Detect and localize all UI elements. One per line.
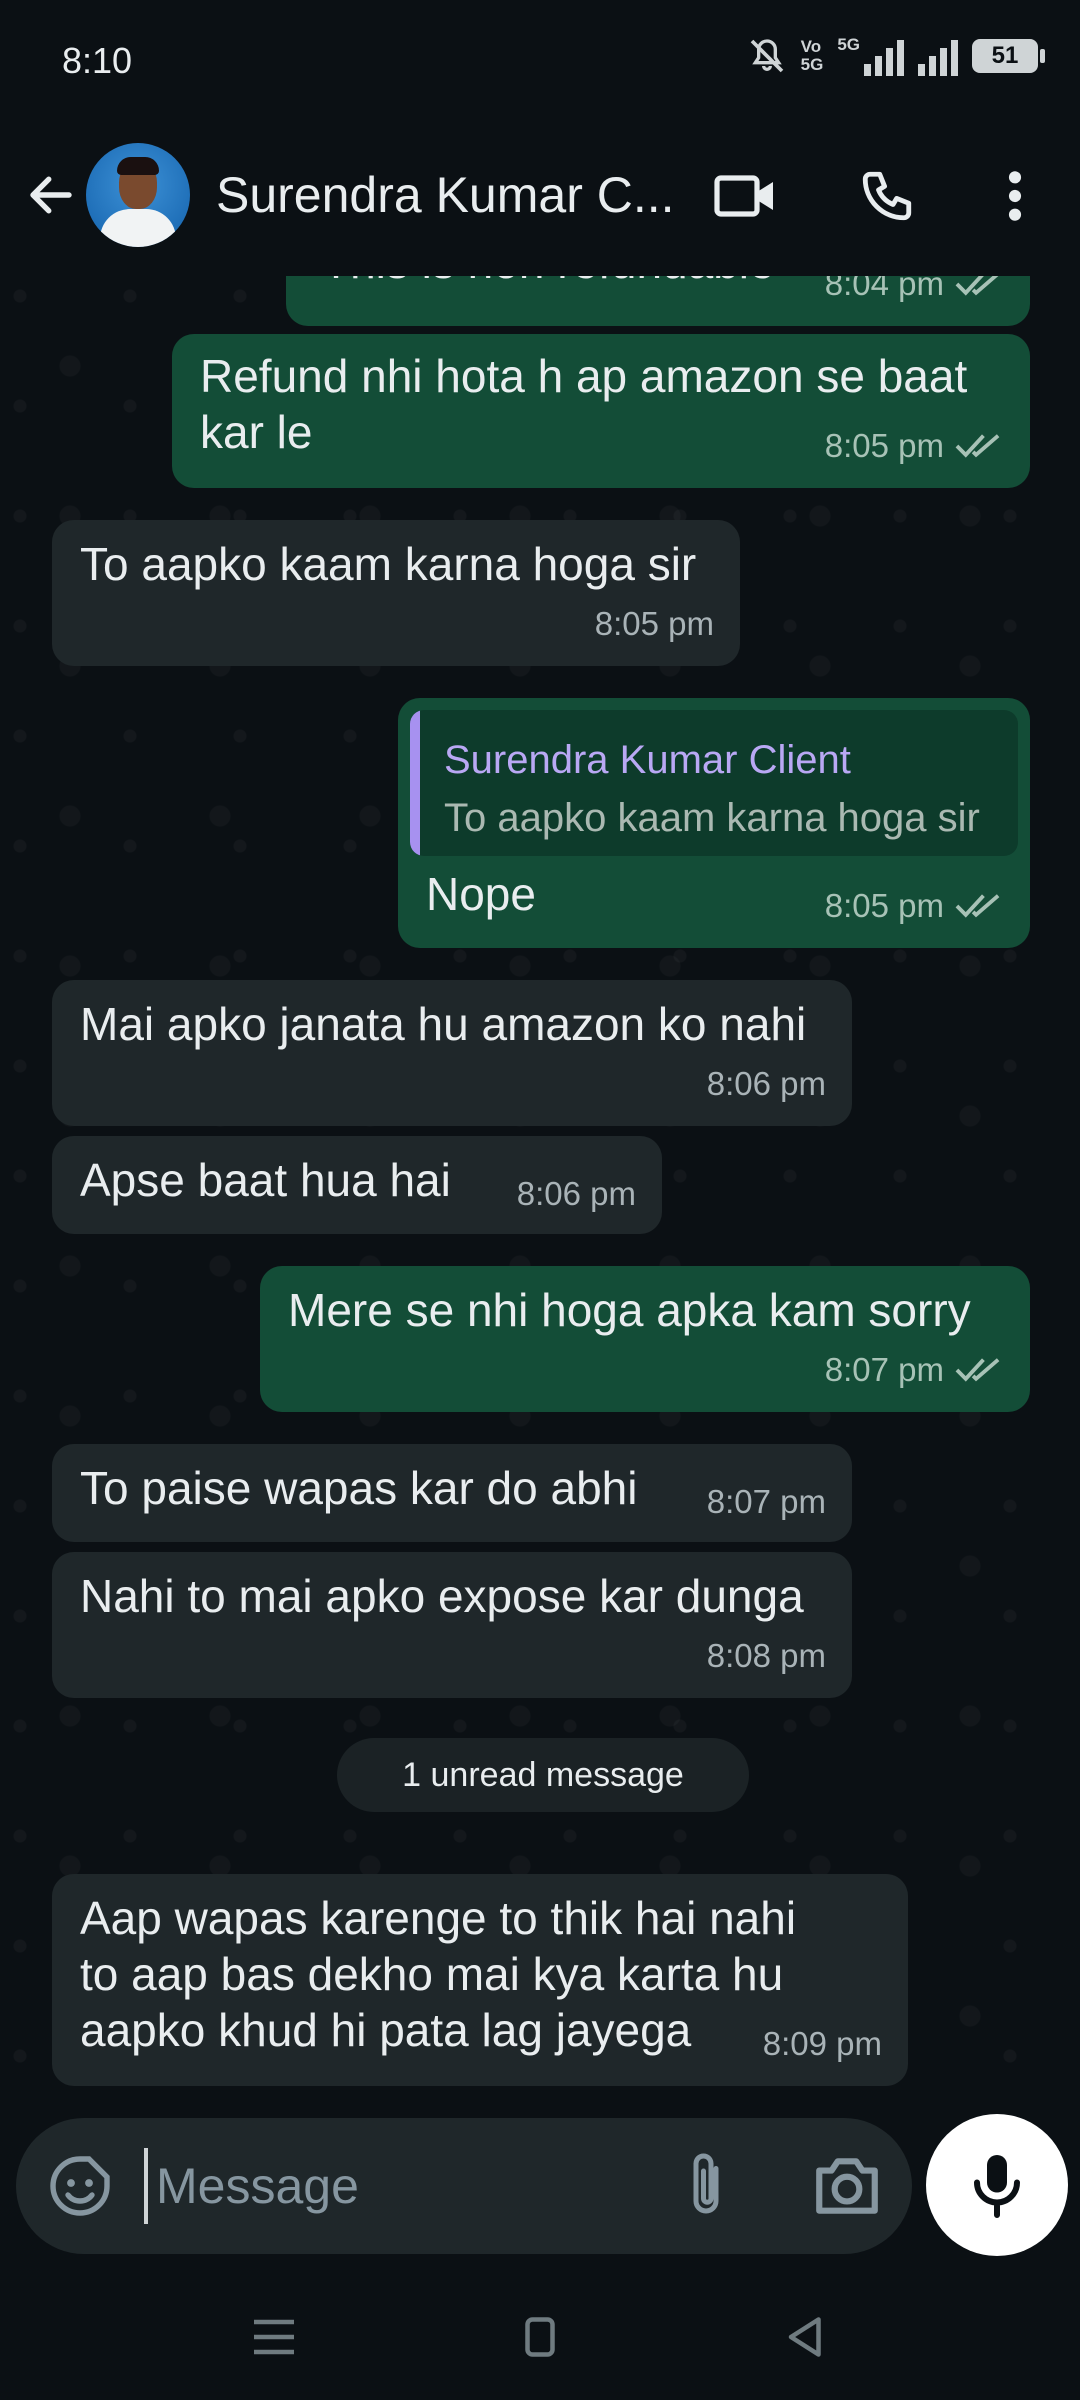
message-bubble[interactable]: Refund nhi hota h ap amazon se baat kar … bbox=[172, 334, 1030, 488]
read-ticks-icon bbox=[955, 434, 1000, 458]
message-meta: 8:05 pm bbox=[825, 878, 1004, 934]
camera-icon bbox=[816, 2158, 878, 2214]
message-text: This is non refundable bbox=[322, 276, 775, 290]
chat-header: Surendra Kumar C... bbox=[0, 126, 1080, 276]
message-time: 8:09 pm bbox=[762, 2025, 882, 2062]
home-square-icon bbox=[525, 2317, 555, 2357]
message-meta: 8:05 pm bbox=[595, 596, 714, 652]
contact-avatar[interactable] bbox=[86, 143, 190, 247]
system-navigation-bar bbox=[0, 2270, 1080, 2400]
message-meta: 8:09 pm bbox=[763, 2016, 882, 2072]
message-text: Aap wapas karenge to thik hai nahi to aa… bbox=[80, 1892, 797, 2056]
attach-icon bbox=[693, 2153, 719, 2214]
volte-indicator: Vo 5G bbox=[800, 37, 824, 74]
message-time: 8:05 pm bbox=[824, 427, 944, 464]
message-text: Nahi to mai apko expose kar dunga bbox=[80, 1570, 804, 1622]
read-ticks-icon bbox=[955, 276, 999, 296]
back-triangle-icon bbox=[788, 2317, 821, 2357]
message-time: 8:08 pm bbox=[706, 1637, 826, 1674]
attach-button[interactable] bbox=[676, 2148, 748, 2224]
message-text: To paise wapas kar do abhi bbox=[80, 1462, 638, 1514]
message-meta: 8:06 pm bbox=[707, 1056, 826, 1112]
message-text: Nope bbox=[426, 868, 536, 920]
message-text: Mere se nhi hoga apka kam sorry bbox=[288, 1284, 971, 1336]
more-options-icon bbox=[1008, 171, 1022, 221]
message-composer bbox=[16, 2118, 912, 2254]
signal-bars-1-icon bbox=[864, 36, 904, 76]
more-options-button[interactable] bbox=[980, 161, 1050, 231]
unread-divider: 1 unread message bbox=[337, 1738, 749, 1812]
message-meta: 8:06 pm bbox=[517, 1166, 636, 1222]
status-time: 8:10 bbox=[62, 40, 133, 81]
camera-button[interactable] bbox=[810, 2150, 884, 2222]
quoted-message[interactable]: Surendra Kumar Client To aapko kaam karn… bbox=[410, 710, 1018, 856]
message-text: Mai apko janata hu amazon ko nahi bbox=[80, 998, 807, 1050]
message-time: 8:04 pm bbox=[824, 276, 944, 302]
message-meta: 8:05 pm bbox=[825, 418, 1004, 474]
back-button[interactable] bbox=[24, 168, 78, 222]
recents-button[interactable] bbox=[244, 2312, 304, 2362]
video-call-icon bbox=[714, 175, 773, 217]
status-icons: Vo 5G 5G 51 bbox=[747, 36, 1045, 76]
message-bubble[interactable]: Mere se nhi hoga apka kam sorry 8:07 pm bbox=[260, 1266, 1030, 1412]
message-time: 8:07 pm bbox=[824, 1351, 944, 1388]
message-time: 8:06 pm bbox=[516, 1175, 636, 1212]
quoted-sender: Surendra Kumar Client bbox=[444, 738, 851, 782]
message-time: 8:05 pm bbox=[594, 605, 714, 642]
message-meta: 8:07 pm bbox=[825, 1342, 1004, 1398]
message-input[interactable] bbox=[156, 2148, 656, 2224]
message-meta: 8:07 pm bbox=[707, 1474, 826, 1530]
video-call-button[interactable] bbox=[710, 161, 780, 231]
message-time: 8:07 pm bbox=[706, 1483, 826, 1520]
signal-5g: 5G bbox=[837, 36, 904, 76]
message-time: 8:06 pm bbox=[706, 1065, 826, 1102]
back-arrow-icon bbox=[30, 176, 72, 214]
read-ticks-icon bbox=[955, 894, 1000, 918]
home-button[interactable] bbox=[510, 2312, 570, 2362]
message-meta: 8:04 pm bbox=[825, 276, 1004, 312]
phone-icon bbox=[862, 171, 912, 221]
message-meta: 8:08 pm bbox=[707, 1628, 826, 1684]
read-ticks-icon bbox=[955, 1358, 1000, 1382]
back-nav-button[interactable] bbox=[776, 2312, 836, 2362]
message-bubble[interactable]: This is non refundable 8:04 pm bbox=[286, 276, 1030, 326]
message-bubble[interactable]: To paise wapas kar do abhi 8:07 pm bbox=[52, 1444, 852, 1542]
message-bubble[interactable]: Surendra Kumar Client To aapko kaam karn… bbox=[398, 698, 1030, 948]
message-bubble[interactable]: To aapko kaam karna hoga sir 8:05 pm bbox=[52, 520, 740, 666]
quoted-text: To aapko kaam karna hoga sir bbox=[444, 796, 980, 840]
menu-icon bbox=[254, 2319, 294, 2355]
contact-name[interactable]: Surendra Kumar C... bbox=[216, 166, 676, 224]
emoji-icon bbox=[50, 2156, 110, 2216]
signal-bars-2-icon bbox=[918, 36, 958, 76]
quote-accent-bar bbox=[410, 710, 420, 856]
message-text: To aapko kaam karna hoga sir bbox=[80, 538, 697, 590]
mic-icon bbox=[974, 2155, 1020, 2218]
mic-button[interactable] bbox=[926, 2114, 1068, 2256]
voice-call-button[interactable] bbox=[852, 161, 922, 231]
text-cursor bbox=[144, 2148, 148, 2224]
chat-area[interactable]: This is non refundable 8:04 pm Refund nh… bbox=[0, 276, 1080, 2104]
message-text: Apse baat hua hai bbox=[80, 1154, 451, 1206]
message-bubble[interactable]: Nahi to mai apko expose kar dunga 8:08 p… bbox=[52, 1552, 852, 1698]
battery-icon: 51 bbox=[972, 39, 1045, 73]
message-bubble[interactable]: Mai apko janata hu amazon ko nahi 8:06 p… bbox=[52, 980, 852, 1126]
message-time: 8:05 pm bbox=[824, 887, 944, 924]
mute-icon bbox=[750, 39, 783, 73]
message-bubble[interactable]: Aap wapas karenge to thik hai nahi to aa… bbox=[52, 1874, 908, 2086]
status-bar: 8:10 Vo 5G 5G 51 bbox=[0, 0, 1080, 126]
emoji-button[interactable] bbox=[44, 2150, 116, 2222]
message-bubble[interactable]: Apse baat hua hai 8:06 pm bbox=[52, 1136, 662, 1234]
